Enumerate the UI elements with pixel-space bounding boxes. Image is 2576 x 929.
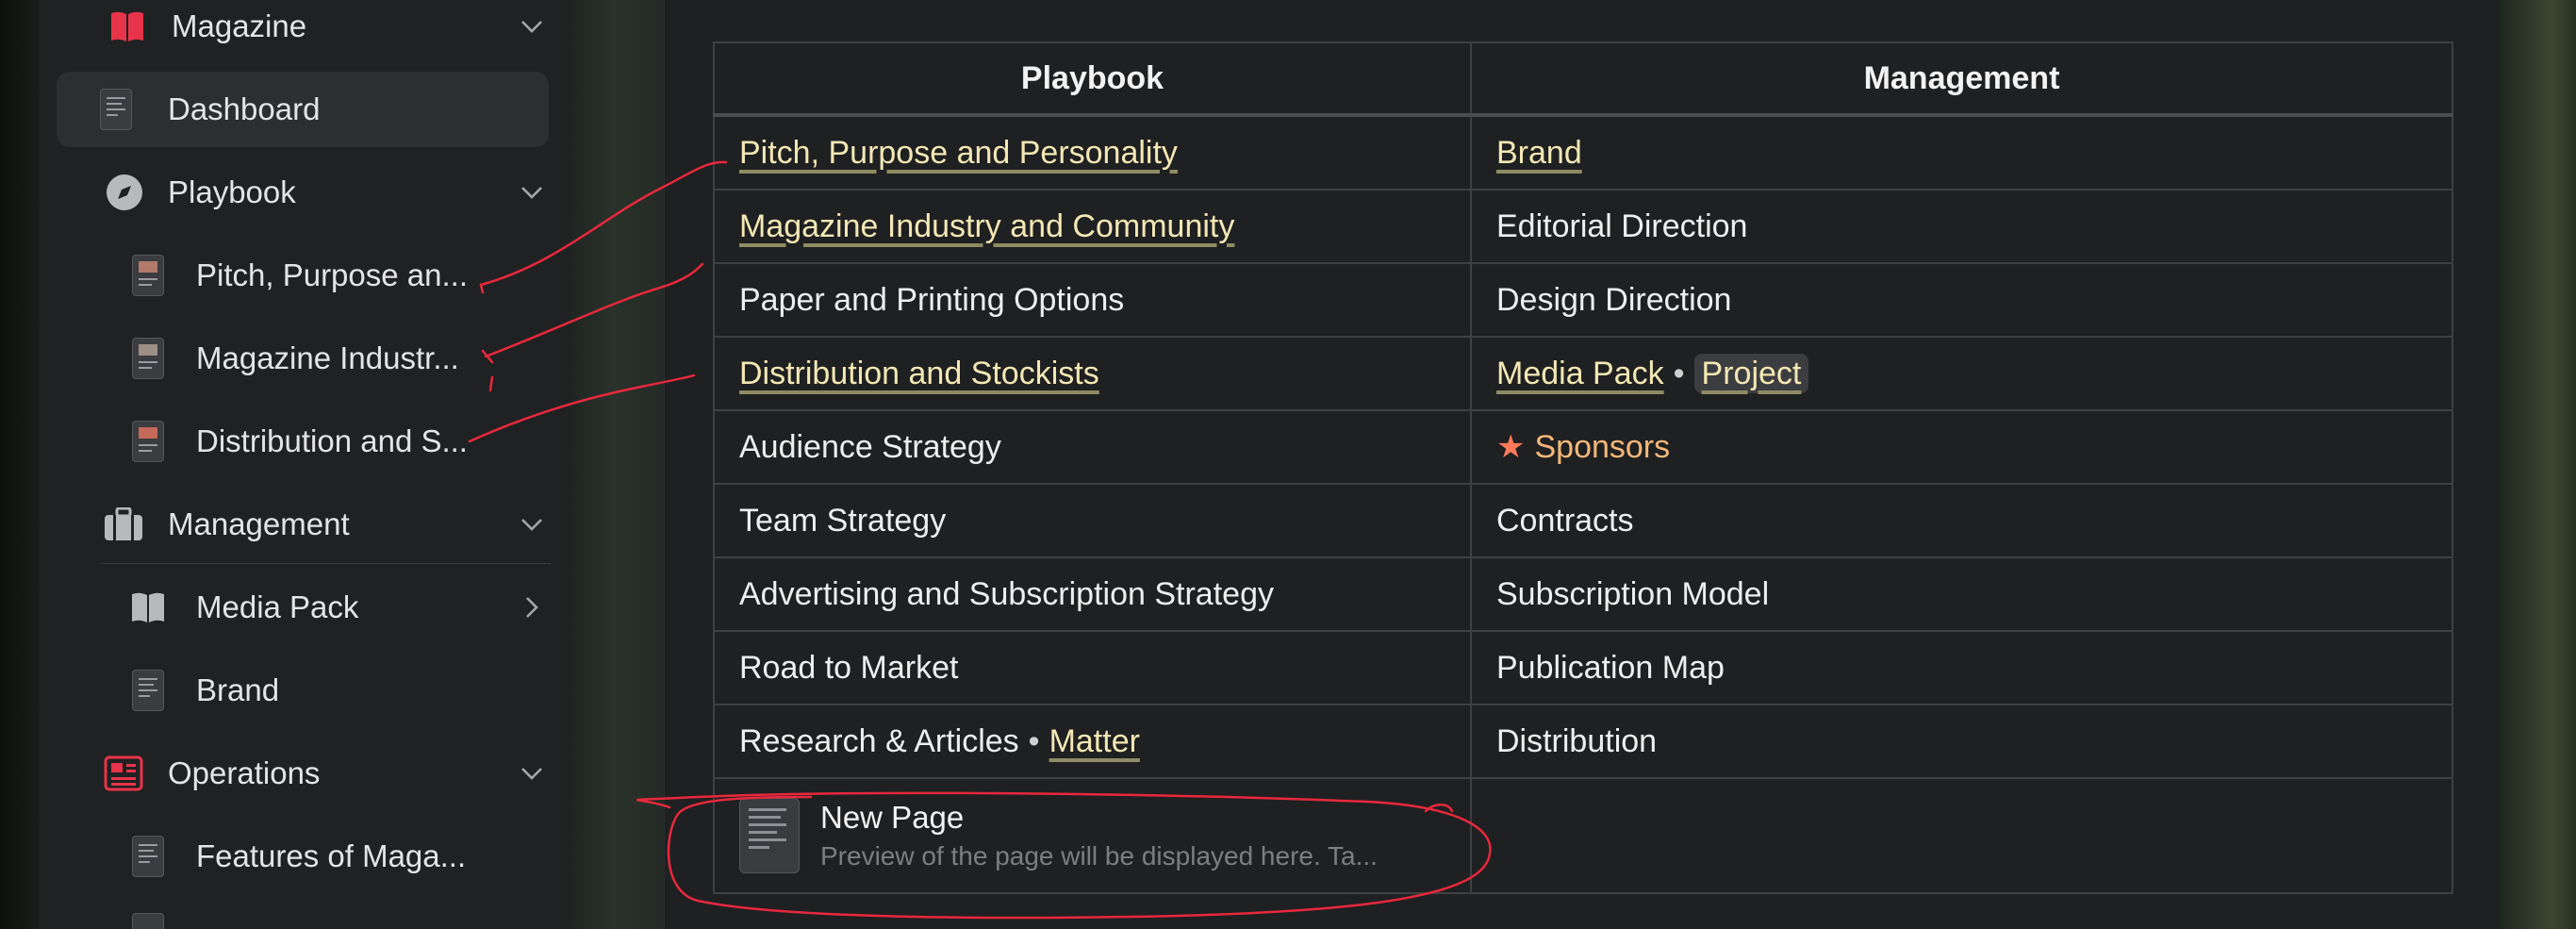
- sidebar-item-label: Distribution and S...: [196, 423, 468, 458]
- page-link-chip[interactable]: Project: [1693, 353, 1809, 393]
- star-icon: ★: [1496, 429, 1526, 465]
- sidebar-item-distribution[interactable]: Distribution and S...: [74, 404, 570, 479]
- table-cell: Distribution: [1470, 704, 2453, 779]
- table-cell: Team Strategy: [713, 483, 1472, 558]
- table-row: Pitch, Purpose and Personality Brand: [713, 114, 2453, 191]
- sidebar-item-media-pack[interactable]: Media Pack: [74, 570, 570, 645]
- sidebar-item-playbook[interactable]: Playbook: [74, 155, 570, 230]
- content-table: Playbook Management Pitch, Purpose and P…: [713, 41, 2453, 894]
- chevron-down-icon[interactable]: [515, 175, 549, 209]
- new-page-card[interactable]: New Page Preview of the page will be dis…: [739, 798, 1445, 873]
- table-cell: Advertising and Subscription Strategy: [713, 556, 1472, 632]
- separator-dot: •: [1673, 355, 1685, 391]
- book-icon: [109, 10, 145, 42]
- background-gap: [570, 0, 664, 929]
- new-page-preview: Preview of the page will be displayed he…: [820, 841, 1378, 871]
- chevron-right-icon[interactable]: [515, 590, 549, 624]
- table-header-row: Playbook Management: [713, 41, 2453, 117]
- newspaper-icon: [104, 755, 143, 791]
- table-row: Team Strategy Contracts: [713, 483, 2453, 558]
- table-row: Magazine Industry and Community Editoria…: [713, 189, 2453, 264]
- page-link[interactable]: Media Pack: [1496, 356, 1664, 391]
- document-icon: [100, 89, 132, 130]
- table-cell: ★ Sponsors: [1470, 409, 2453, 485]
- briefcase-icon: [104, 507, 143, 541]
- sidebar-item-pitch[interactable]: Pitch, Purpose an...: [74, 238, 570, 313]
- sidebar-item-label: Features of Maga...: [196, 838, 467, 873]
- compass-icon: [106, 174, 143, 211]
- table-cell: Pitch, Purpose and Personality: [713, 114, 1472, 191]
- sidebar-item-operations[interactable]: Operations: [74, 736, 570, 811]
- table-row: Paper and Printing Options Design Direct…: [713, 262, 2453, 338]
- sidebar-item-label: Dashboard: [168, 91, 321, 126]
- sidebar-item-magazine-industry[interactable]: Magazine Industr...: [74, 321, 570, 396]
- sidebar-item-label: Media Pack: [196, 589, 359, 624]
- page-link[interactable]: Brand: [1496, 135, 1582, 171]
- document-image-icon: [132, 255, 164, 296]
- separator-dot: •: [1028, 722, 1040, 759]
- cell-text: Research & Articles: [739, 722, 1019, 759]
- table-cell: Editorial Direction: [1470, 189, 2453, 264]
- sidebar-item-magazine[interactable]: Magazine: [74, 0, 570, 64]
- table-row: Audience Strategy ★ Sponsors: [713, 409, 2453, 485]
- table-row: New Page Preview of the page will be dis…: [713, 777, 2453, 894]
- table-cell: Research & Articles • Matter: [713, 704, 1472, 779]
- table-cell: Contracts: [1470, 483, 2453, 558]
- table-cell: Distribution and Stockists: [713, 336, 1472, 411]
- page-link[interactable]: Magazine Industry and Community: [739, 208, 1234, 244]
- sponsors-label[interactable]: Sponsors: [1534, 429, 1670, 465]
- table-cell: Audience Strategy: [713, 409, 1472, 485]
- table-cell: Subscription Model: [1470, 556, 2453, 632]
- table-cell: Road to Market: [713, 630, 1472, 705]
- page-link[interactable]: Pitch, Purpose and Personality: [739, 135, 1178, 171]
- chevron-down-icon[interactable]: [515, 756, 549, 790]
- table-cell-empty: [1470, 777, 2453, 894]
- chevron-down-icon[interactable]: [515, 9, 549, 43]
- column-header-playbook: Playbook: [713, 41, 1472, 117]
- sidebar-divider: [102, 563, 551, 564]
- book-icon: [130, 591, 166, 623]
- sidebar-item-brand[interactable]: Brand: [74, 653, 570, 728]
- sidebar-item-management[interactable]: Management: [74, 487, 570, 562]
- table-cell: Design Direction: [1470, 262, 2453, 338]
- table-cell: Publication Map: [1470, 630, 2453, 705]
- sidebar-item-label: Playbook: [168, 174, 296, 209]
- table-row: Research & Articles • Matter Distribution: [713, 704, 2453, 779]
- document-image-icon: [132, 338, 164, 379]
- page-link[interactable]: Matter: [1049, 723, 1140, 759]
- table-cell: Brand: [1470, 114, 2453, 191]
- page-link[interactable]: Distribution and Stockists: [739, 356, 1099, 391]
- document-icon: [132, 670, 164, 711]
- table-cell: Magazine Industry and Community: [713, 189, 1472, 264]
- table-row: Advertising and Subscription Strategy Su…: [713, 556, 2453, 632]
- sidebar-item-label: Brand: [196, 672, 280, 707]
- table-cell: Paper and Printing Options: [713, 262, 1472, 338]
- new-page-title: New Page: [820, 800, 965, 835]
- column-header-management: Management: [1470, 41, 2453, 117]
- background-left: [0, 0, 40, 929]
- sidebar-item-label: Pitch, Purpose an...: [196, 257, 468, 292]
- sidebar-item-features[interactable]: Features of Maga...: [74, 819, 570, 894]
- table-row: Distribution and Stockists Media Pack • Pr…: [713, 336, 2453, 411]
- sidebar-item-label: Magazine Industr...: [196, 340, 459, 375]
- table-cell: Media Pack • Project: [1470, 336, 2453, 411]
- sidebar-item-partial[interactable]: [132, 913, 164, 929]
- new-page-cell[interactable]: New Page Preview of the page will be dis…: [713, 777, 1472, 894]
- document-image-icon: [132, 421, 164, 462]
- sidebar: Magazine Dashboard Playbook Pitch, Purpo…: [40, 0, 570, 929]
- sidebar-item-label: Management: [168, 506, 350, 541]
- document-icon: [739, 798, 800, 873]
- background-right: [2499, 0, 2576, 929]
- table-row: Road to Market Publication Map: [713, 630, 2453, 705]
- sidebar-item-dashboard[interactable]: Dashboard: [57, 72, 549, 147]
- document-icon: [132, 836, 164, 877]
- chevron-down-icon[interactable]: [515, 507, 549, 541]
- sidebar-item-label: Operations: [168, 755, 321, 790]
- sidebar-item-label: Magazine: [172, 8, 307, 43]
